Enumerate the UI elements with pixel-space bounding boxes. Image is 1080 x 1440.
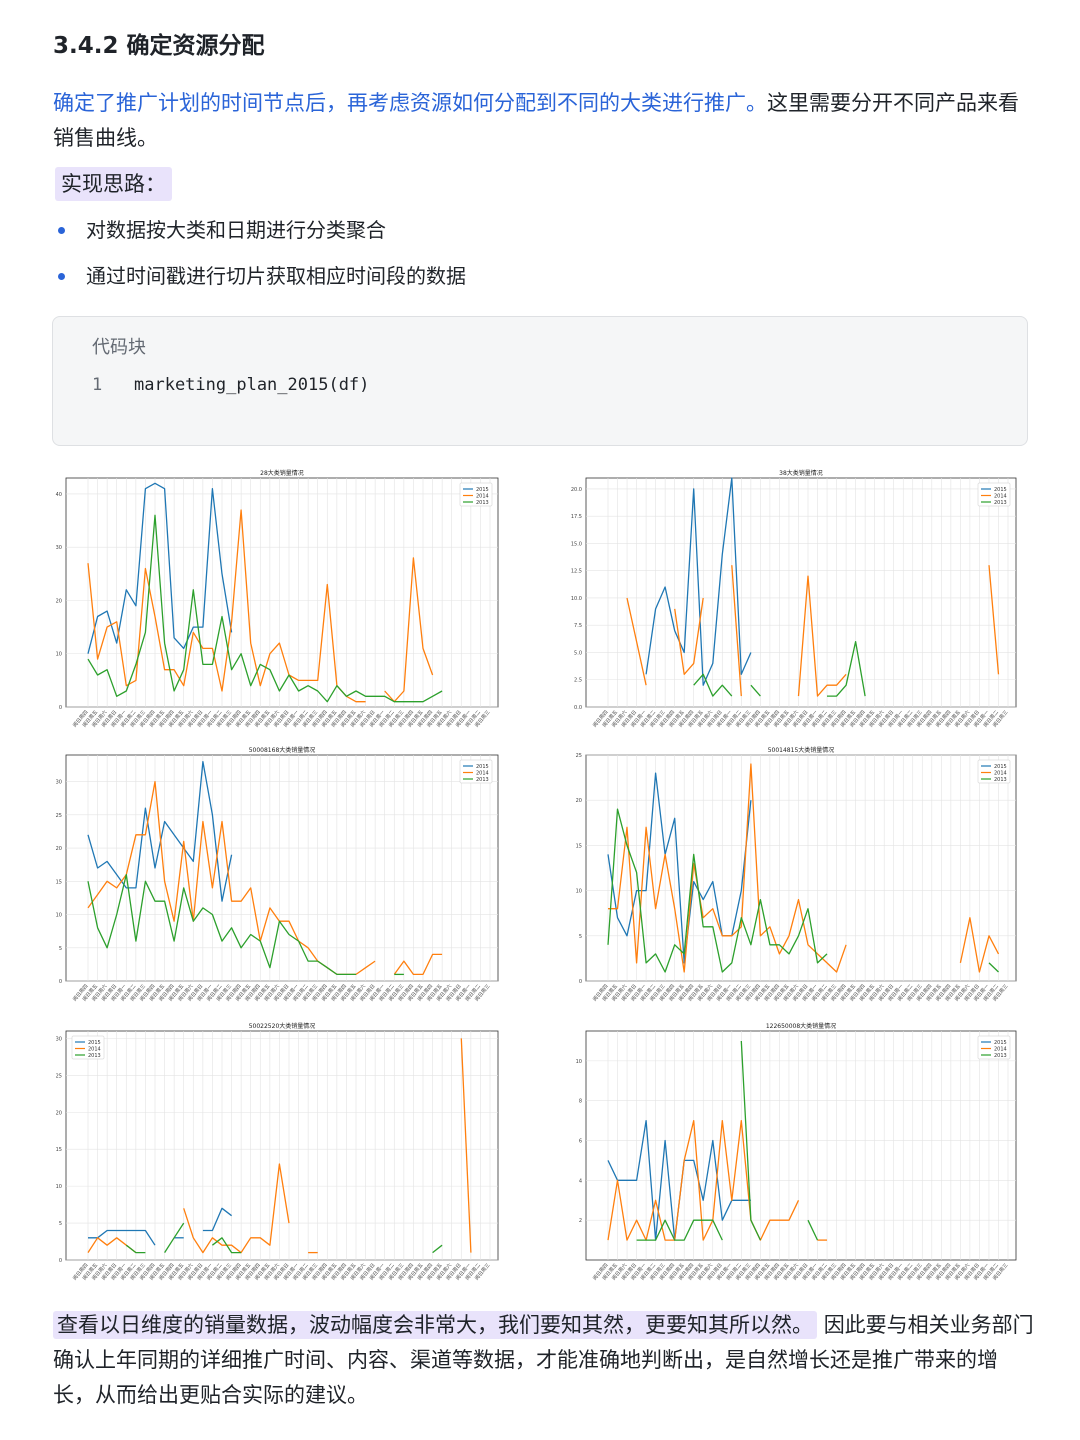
- chart-panel: 阅日周四阅日周五阅日周六阅日周日阅日周一阅日周二阅日周三阅日周四阅日周五阅日周四…: [56, 1022, 499, 1282]
- y-tick-label: 15.0: [571, 541, 582, 547]
- y-tick-label: 10: [56, 913, 62, 919]
- y-tick-label: 5: [579, 934, 582, 940]
- y-tick-label: 7.5: [574, 623, 582, 629]
- plot-frame: [65, 754, 499, 982]
- y-tick-label: 15: [56, 879, 62, 885]
- legend-label: 2015: [994, 764, 1007, 770]
- y-tick-label: 30: [56, 780, 62, 786]
- legend-label: 2014: [994, 770, 1007, 776]
- bullet-text: 对数据按大类和日期进行分类聚合: [86, 218, 386, 242]
- y-tick-label: 10.0: [571, 596, 582, 602]
- y-tick-label: 20: [576, 798, 582, 804]
- y-tick-label: 20: [56, 598, 62, 604]
- plot-frame: [585, 1030, 1017, 1261]
- y-tick-label: 0: [59, 1258, 62, 1264]
- section-heading: 3.4.2 确定资源分配: [53, 33, 265, 59]
- y-tick-label: 6: [579, 1139, 582, 1145]
- y-tick-label: 2.5: [574, 678, 582, 684]
- legend-label: 2013: [88, 1053, 101, 1059]
- chart-title: 38大类销量情况: [779, 469, 823, 477]
- intro-paragraph: 确定了推广计划的时间节点后，再考虑资源如何分配到不同的大类进行推广。这里需要分开…: [53, 86, 1033, 156]
- intro-highlight: 确定了推广计划的时间节点后，再考虑资源如何分配到不同的大类进行推广。: [53, 91, 767, 115]
- y-tick-label: 0: [59, 705, 62, 711]
- bullet-item: 通过时间戳进行切片获取相应时间段的数据: [55, 258, 466, 304]
- legend-label: 2013: [994, 500, 1007, 506]
- y-tick-label: 15: [576, 843, 582, 849]
- y-tick-label: 2: [579, 1218, 582, 1224]
- legend-label: 2013: [476, 500, 489, 506]
- y-tick-label: 20.0: [571, 487, 582, 493]
- legend-label: 2013: [994, 777, 1007, 783]
- bullet-dot-icon: [58, 227, 65, 234]
- legend-label: 2014: [994, 1046, 1007, 1052]
- chart-title: 50022520大类销量情况: [249, 1022, 316, 1030]
- conclusion-highlight: 查看以日维度的销量数据，波动幅度会非常大，我们要知其然，更要知其所以然。: [53, 1311, 817, 1339]
- chart-panel: 阅日周四阅日周五阅日周六阅日周日阅日周一阅日周二阅日周三阅日周四阅日周五阅日周四…: [56, 469, 499, 729]
- legend-label: 2015: [88, 1040, 101, 1046]
- y-tick-label: 0.0: [574, 705, 582, 711]
- approach-tag: 实现思路：: [55, 167, 172, 201]
- code-block-label: 代码块: [92, 337, 146, 358]
- y-tick-label: 25: [576, 753, 582, 759]
- legend-label: 2015: [994, 1040, 1007, 1046]
- legend-label: 2013: [476, 777, 489, 783]
- chart-title: 50008168大类销量情况: [249, 746, 316, 754]
- legend-label: 2014: [88, 1046, 101, 1052]
- charts-grid: 阅日周四阅日周五阅日周六阅日周日阅日周一阅日周二阅日周三阅日周四阅日周五阅日周四…: [56, 469, 1017, 1282]
- y-tick-label: 25: [56, 813, 62, 819]
- chart-panel: 阅日周四阅日周五阅日周六阅日周日阅日周一阅日周二阅日周三阅日周四阅日周五阅日周四…: [576, 1022, 1017, 1282]
- conclusion-paragraph: 查看以日维度的销量数据，波动幅度会非常大，我们要知其然，更要知其所以然。 因此要…: [53, 1308, 1038, 1413]
- bullet-list: 对数据按大类和日期进行分类聚合 通过时间戳进行切片获取相应时间段的数据: [55, 212, 466, 304]
- plot-frame: [65, 477, 499, 708]
- code-line[interactable]: marketing_plan_2015(df): [134, 375, 369, 395]
- legend-label: 2015: [476, 764, 489, 770]
- y-tick-label: 10: [576, 1059, 582, 1065]
- bullet-item: 对数据按大类和日期进行分类聚合: [55, 212, 466, 258]
- legend-label: 2013: [994, 1053, 1007, 1059]
- y-tick-label: 30: [56, 1036, 62, 1042]
- y-tick-label: 8: [579, 1099, 582, 1105]
- bullet-dot-icon: [58, 273, 65, 280]
- legend-label: 2014: [994, 493, 1007, 499]
- y-tick-label: 40: [56, 492, 62, 498]
- legend-label: 2015: [476, 487, 489, 493]
- chart-panel: 阅日周四阅日周五阅日周六阅日周日阅日周一阅日周二阅日周三阅日周四阅日周五阅日周四…: [571, 469, 1017, 729]
- y-tick-label: 30: [56, 545, 62, 551]
- code-line-number: 1: [92, 375, 103, 395]
- chart-panel: 阅日周四阅日周五阅日周六阅日周日阅日周一阅日周二阅日周三阅日周四阅日周五阅日周四…: [576, 746, 1017, 1003]
- legend-label: 2014: [476, 770, 489, 776]
- y-tick-label: 10: [576, 889, 582, 895]
- bullet-text: 通过时间戳进行切片获取相应时间段的数据: [86, 264, 466, 288]
- chart-title: 50014815大类销量情况: [768, 746, 835, 754]
- y-tick-label: 17.5: [571, 514, 582, 520]
- y-tick-label: 5: [59, 946, 62, 952]
- y-tick-label: 20: [56, 1110, 62, 1116]
- y-tick-label: 5: [59, 1221, 62, 1227]
- plot-frame: [65, 1030, 499, 1261]
- y-tick-label: 10: [56, 652, 62, 658]
- y-tick-label: 0: [579, 979, 582, 985]
- y-tick-label: 0: [59, 979, 62, 985]
- chart-title: 122650008大类销量情况: [766, 1022, 836, 1030]
- code-block[interactable]: 代码块 1 marketing_plan_2015(df): [52, 316, 1028, 446]
- chart-panel: 阅日周四阅日周五阅日周六阅日周日阅日周一阅日周二阅日周三阅日周四阅日周五阅日周四…: [56, 746, 499, 1003]
- y-tick-label: 20: [56, 846, 62, 852]
- y-tick-label: 25: [56, 1073, 62, 1079]
- y-tick-label: 15: [56, 1147, 62, 1153]
- chart-title: 28大类销量情况: [260, 469, 304, 477]
- y-tick-label: 5.0: [574, 650, 582, 656]
- y-tick-label: 12.5: [571, 569, 582, 575]
- legend-label: 2014: [476, 493, 489, 499]
- y-tick-label: 10: [56, 1184, 62, 1190]
- legend-label: 2015: [994, 487, 1007, 493]
- y-tick-label: 4: [579, 1178, 582, 1184]
